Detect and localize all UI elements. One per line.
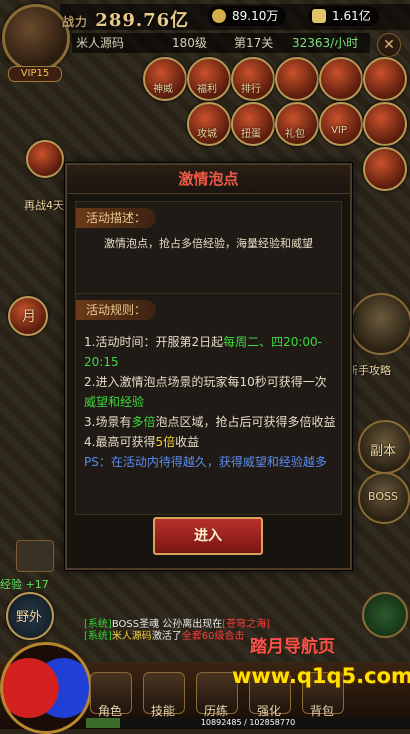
vip-badge[interactable]: VIP15	[8, 66, 62, 82]
player-level: 180级	[172, 36, 207, 50]
guide-label: 新手攻略	[347, 364, 391, 377]
guide-button[interactable]	[350, 293, 410, 355]
battle-icon[interactable]	[26, 140, 64, 178]
gold-coin-icon	[212, 9, 226, 23]
rule-4: 4.最高可获得5倍收益	[84, 435, 200, 449]
activity-label: VIP	[331, 125, 347, 136]
activity-label: 福利	[197, 84, 217, 95]
activity-icon-event[interactable]	[275, 57, 319, 101]
skills-label: 技能	[150, 704, 175, 718]
chat-line: [系统]BOSS圣魂 公孙离出现在[苍穹之海]	[84, 619, 271, 630]
power-display: 战力 289.76亿	[62, 6, 189, 32]
ps-note: PS：在活动内待得越久，获得威望和经验越多	[84, 455, 327, 469]
month-card-label: 月	[22, 309, 36, 325]
watermark-url: www.q1q5.com	[232, 664, 410, 688]
player-info-bar: 米人源码 180级 第17关 32363/小时	[72, 33, 370, 53]
bag-label: 背包	[309, 704, 334, 718]
battle-days-label: 再战4天	[24, 199, 64, 212]
activity-icon-event[interactable]	[363, 57, 407, 101]
character-label: 角色	[97, 704, 122, 718]
enhance-label: 强化	[256, 704, 281, 718]
activity-icon-event[interactable]	[363, 102, 407, 146]
activity-label: 排行	[241, 84, 261, 95]
rule-1: 1.活动时间：开服第2日起每周二、四20:00-20:15	[84, 335, 323, 369]
activity-icon-event[interactable]	[363, 147, 407, 191]
player-name: 米人源码	[76, 36, 125, 50]
rule-2: 2.进入激情泡点场景的玩家每10秒可获得一次威望和经验	[84, 375, 327, 409]
player-avatar[interactable]	[2, 4, 70, 72]
dialog-title: 激情泡点	[67, 165, 350, 194]
ingot-amount: 1.61亿	[332, 9, 371, 23]
exp-rate: 32363/小时	[292, 36, 359, 50]
hp-mp-orb	[0, 642, 92, 734]
team-icon[interactable]	[16, 540, 54, 572]
description-text: 激情泡点，抢占多倍经验，海量经验和威望	[104, 237, 313, 250]
ingot-icon	[312, 9, 326, 23]
gold-currency[interactable]: 89.10万	[208, 6, 287, 26]
description-tag: 活动描述：	[76, 208, 157, 228]
dungeon-label: 副本	[370, 444, 397, 459]
power-label: 战力	[62, 15, 89, 29]
description-panel: 活动描述： 激情泡点，抢占多倍经验，海量经验和威望	[75, 201, 342, 295]
peace-mode-button[interactable]	[362, 592, 408, 638]
field-map-label: 野外	[16, 610, 43, 625]
rules-panel: 活动规则： 1.活动时间：开服第2日起每周二、四20:00-20:15 2.进入…	[75, 293, 342, 515]
activity-icon-event[interactable]	[319, 57, 363, 101]
enter-button[interactable]: 进入	[153, 517, 263, 555]
training-label: 历练	[203, 704, 228, 718]
stage-rank: 第17关	[234, 36, 274, 50]
activity-label: 攻城	[197, 129, 217, 140]
ingot-currency[interactable]: 1.61亿	[308, 6, 379, 26]
rules-text: 1.活动时间：开服第2日起每周二、四20:00-20:15 2.进入激情泡点场景…	[84, 332, 336, 472]
collapse-icon[interactable]: ✕	[377, 33, 401, 57]
exp-gain-text: 经验 +17	[0, 578, 49, 591]
rules-tag: 活动规则：	[76, 300, 157, 320]
boss-label: BOSS	[368, 490, 398, 503]
rule-3: 3.场景有多倍泡点区域，抢占后可获得多倍收益	[84, 415, 336, 429]
activity-label: 扭蛋	[241, 129, 261, 140]
activity-dialog: 激情泡点 活动描述： 激情泡点，抢占多倍经验，海量经验和威望 活动规则： 1.活…	[65, 163, 352, 570]
gold-amount: 89.10万	[232, 9, 279, 23]
activity-label: 神威	[153, 84, 173, 95]
activity-label: 礼包	[285, 129, 305, 140]
watermark-title: 踏月导航页	[250, 637, 335, 657]
exp-text: 10892485 / 102858770	[200, 718, 296, 727]
power-value: 289.76亿	[95, 10, 190, 31]
activity-icon-vip[interactable]	[319, 102, 363, 146]
